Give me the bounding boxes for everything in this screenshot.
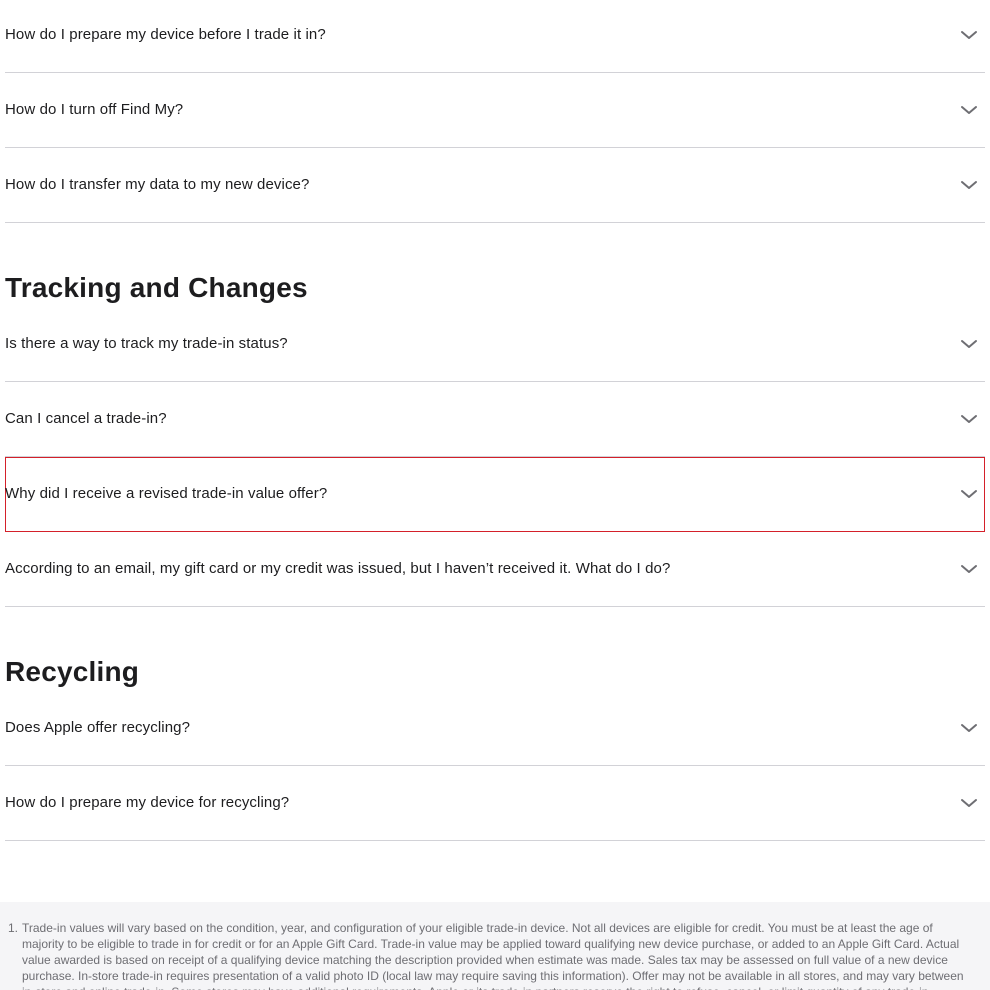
footnote-text: Trade-in values will vary based on the c…	[22, 921, 964, 990]
faq-question: Can I cancel a trade-in?	[5, 410, 167, 427]
faq-item[interactable]: How do I prepare my device for recycling…	[5, 766, 985, 841]
footnote-number: 1.	[8, 921, 19, 935]
faq-page: How do I prepare my device before I trad…	[0, 0, 990, 990]
faq-item[interactable]: How do I transfer my data to my new devi…	[5, 148, 985, 223]
chevron-down-icon	[961, 181, 977, 189]
faq-question: Why did I receive a revised trade-in val…	[5, 485, 328, 502]
chevron-down-icon	[961, 106, 977, 114]
footnotes: 1. Trade-in values will vary based on th…	[0, 902, 990, 990]
faq-item[interactable]: Does Apple offer recycling?	[5, 691, 985, 766]
faq-item[interactable]: Can I cancel a trade-in?	[5, 382, 985, 457]
faq-question: How do I turn off Find My?	[5, 101, 184, 118]
chevron-down-icon	[961, 799, 977, 807]
chevron-down-icon	[961, 415, 977, 423]
chevron-down-icon	[961, 565, 977, 573]
section-title-tracking: Tracking and Changes	[5, 272, 308, 303]
faq-item[interactable]: How do I turn off Find My?	[5, 73, 985, 148]
faq-item[interactable]: Is there a way to track my trade-in stat…	[5, 307, 985, 382]
chevron-down-icon	[961, 31, 977, 39]
faq-question: How do I prepare my device for recycling…	[5, 794, 290, 811]
chevron-down-icon	[961, 724, 977, 732]
faq-question: According to an email, my gift card or m…	[5, 560, 671, 577]
faq-list-preparation: How do I prepare my device before I trad…	[5, 0, 985, 223]
chevron-down-icon	[961, 340, 977, 348]
faq-question: Is there a way to track my trade-in stat…	[5, 335, 288, 352]
faq-question: Does Apple offer recycling?	[5, 719, 191, 736]
faq-question: How do I transfer my data to my new devi…	[5, 176, 310, 193]
faq-item-highlighted[interactable]: Why did I receive a revised trade-in val…	[5, 457, 985, 532]
chevron-down-icon	[961, 490, 977, 498]
faq-list-tracking: Is there a way to track my trade-in stat…	[5, 307, 985, 607]
faq-item[interactable]: How do I prepare my device before I trad…	[5, 0, 985, 73]
section-title-recycling: Recycling	[5, 656, 140, 687]
faq-list-recycling: Does Apple offer recycling? How do I pre…	[5, 691, 985, 841]
footnote-item: 1. Trade-in values will vary based on th…	[8, 920, 966, 990]
faq-item[interactable]: According to an email, my gift card or m…	[5, 532, 985, 607]
faq-question: How do I prepare my device before I trad…	[5, 26, 326, 43]
